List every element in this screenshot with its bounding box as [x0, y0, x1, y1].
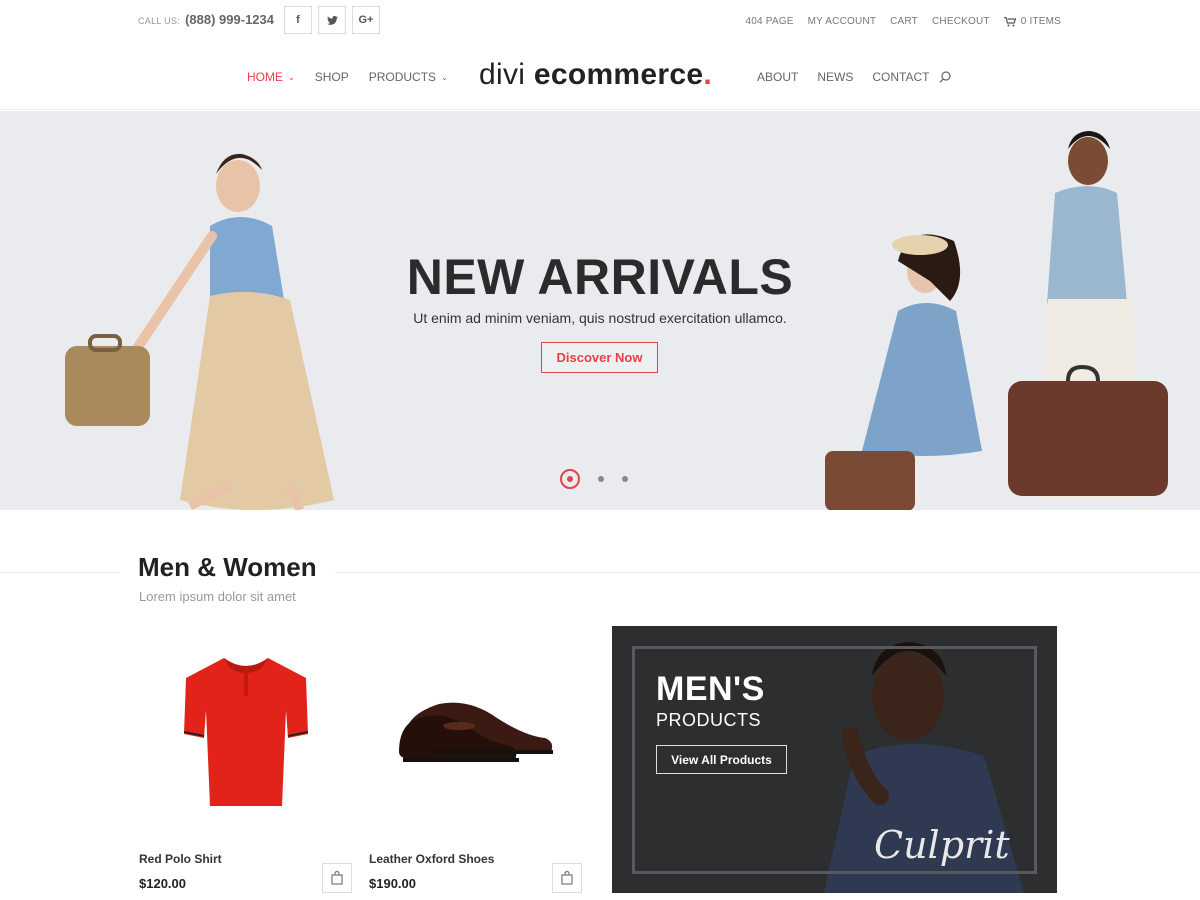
slider-dot-2[interactable]: [598, 476, 604, 482]
nav-shop-label: SHOP: [314, 70, 349, 84]
section-title: Men & Women: [138, 552, 317, 582]
link-checkout[interactable]: CHECKOUT: [932, 16, 990, 27]
nav-news[interactable]: NEWS: [817, 70, 853, 84]
chevron-down-icon: ⌄: [288, 72, 295, 82]
nav-home[interactable]: HOME ⌄: [247, 70, 295, 84]
link-cart[interactable]: CART: [890, 16, 918, 27]
product-price: $120.00: [139, 876, 186, 891]
hero-subtitle: Ut enim ad minim veniam, quis nostrud ex…: [413, 310, 787, 326]
hero-title: NEW ARRIVALS: [406, 249, 794, 305]
nav-shop[interactable]: SHOP: [315, 70, 349, 84]
slider-dot-1[interactable]: [560, 469, 580, 489]
nav-products-label: PRODUCTS: [368, 70, 437, 84]
hero-slider: NEW ARRIVALS Ut enim ad minim veniam, qu…: [0, 111, 1200, 510]
slider-dot-3[interactable]: [622, 476, 628, 482]
product-price: $190.00: [369, 876, 416, 891]
cart-count: 0 ITEMS: [1020, 16, 1061, 27]
cart-icon: [1003, 16, 1016, 26]
social-links: f G+: [284, 6, 380, 34]
section-heading: Men & Women: [120, 552, 335, 583]
shopping-bag-icon: [331, 871, 343, 885]
cart-items-link[interactable]: 0 ITEMS: [1003, 16, 1061, 27]
twitter-icon[interactable]: [318, 6, 346, 34]
add-to-cart-button[interactable]: [552, 863, 582, 893]
discover-now-button[interactable]: Discover Now: [541, 342, 658, 373]
main-nav: HOME ⌄ SHOP PRODUCTS ⌄ divi ecommerce. A…: [0, 44, 1200, 110]
slider-dots: [560, 469, 628, 489]
nav-products[interactable]: PRODUCTS ⌄: [369, 70, 448, 84]
shopping-bag-icon: [561, 871, 573, 885]
promo-subtitle: PRODUCTS: [656, 710, 762, 730]
nav-left: HOME ⌄ SHOP PRODUCTS ⌄: [247, 70, 448, 84]
call-us: CALL US: (888) 999-1234: [138, 12, 274, 27]
call-number[interactable]: (888) 999-1234: [185, 12, 274, 27]
google-plus-icon[interactable]: G+: [352, 6, 380, 34]
call-label: CALL US:: [138, 16, 181, 26]
product-name[interactable]: Red Polo Shirt: [139, 852, 222, 866]
add-to-cart-button[interactable]: [322, 863, 352, 893]
nav-right: ABOUT NEWS CONTACT: [757, 70, 929, 84]
top-bar: CALL US: (888) 999-1234 f G+ 404 PAGE MY…: [0, 0, 1200, 44]
nav-about[interactable]: ABOUT: [757, 70, 798, 84]
site-logo[interactable]: divi ecommerce.: [479, 58, 712, 92]
red-polo-shirt-image: [184, 658, 308, 806]
logo-dot: .: [703, 58, 712, 91]
mens-products-banner[interactable]: Culprit MEN'S PRODUCTS View All Products: [612, 626, 1057, 893]
search-icon[interactable]: [939, 71, 951, 83]
nav-home-label: HOME: [247, 70, 283, 84]
facebook-icon[interactable]: f: [284, 6, 312, 34]
product-name[interactable]: Leather Oxford Shoes: [369, 852, 494, 866]
hero-model-left-image: [65, 153, 334, 510]
logo-bold: ecommerce: [533, 58, 704, 91]
logo-light: divi: [479, 58, 526, 91]
link-my-account[interactable]: MY ACCOUNT: [808, 16, 877, 27]
promo-title: MEN'S: [656, 670, 765, 708]
leather-oxford-shoes-image: [399, 702, 553, 762]
link-404-page[interactable]: 404 PAGE: [746, 16, 794, 27]
section-subtitle: Lorem ipsum dolor sit amet: [139, 589, 296, 604]
nav-contact[interactable]: CONTACT: [872, 70, 929, 84]
top-links: 404 PAGE MY ACCOUNT CART CHECKOUT 0 ITEM…: [746, 16, 1061, 27]
chevron-down-icon: ⌄: [441, 72, 448, 82]
view-all-products-button[interactable]: View All Products: [656, 745, 787, 774]
